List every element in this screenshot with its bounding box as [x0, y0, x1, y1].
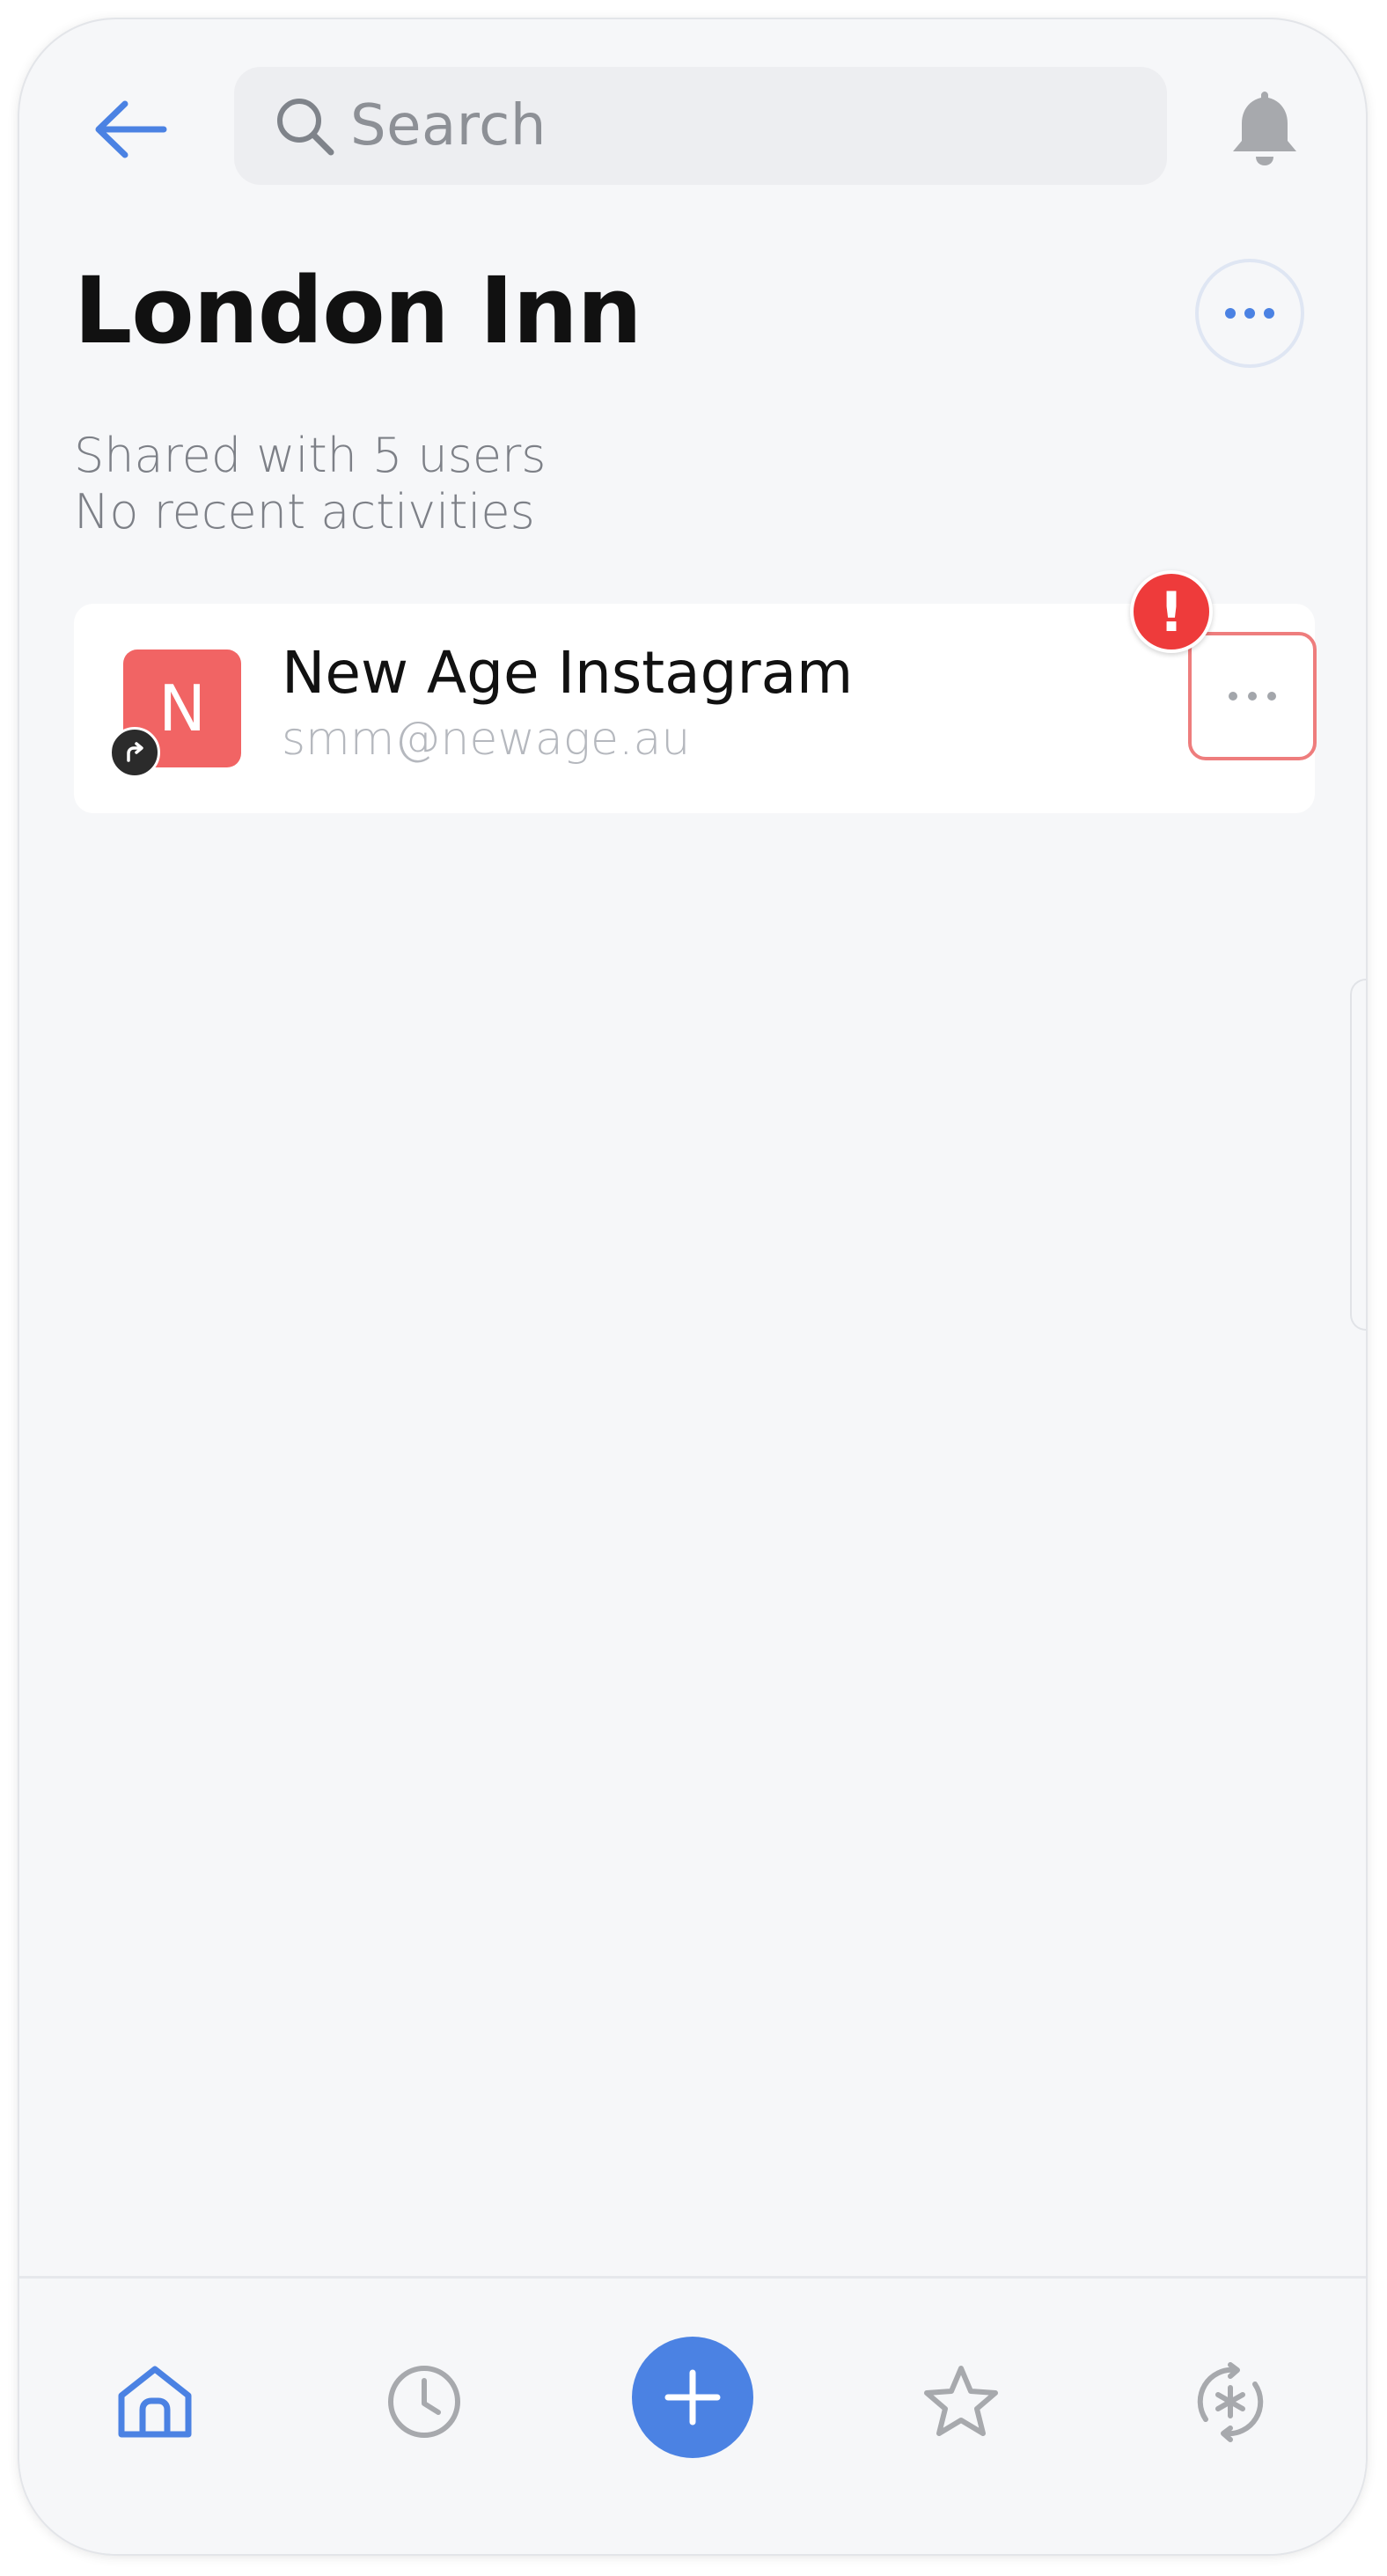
- notifications-button[interactable]: [1216, 79, 1313, 176]
- avatar-letter: N: [158, 672, 206, 745]
- home-icon: [118, 2366, 192, 2438]
- item-more-button[interactable]: [1188, 632, 1317, 760]
- arrow-left-icon: [95, 100, 167, 158]
- vault-more-button[interactable]: [1195, 259, 1304, 368]
- list-item[interactable]: N New Age Instagram smm@newage.au: [74, 604, 1317, 813]
- item-subtitle: smm@newage.au: [282, 713, 691, 766]
- generator-icon: [1197, 2362, 1264, 2442]
- search-bar[interactable]: Search: [234, 67, 1167, 185]
- page-title: London Inn: [74, 257, 642, 364]
- bell-icon: [1233, 92, 1296, 165]
- nav-home-button[interactable]: [93, 2340, 216, 2463]
- nav-recent-button[interactable]: [363, 2340, 486, 2463]
- activity-status-text: No recent activities: [74, 484, 535, 539]
- nav-generator-button[interactable]: [1169, 2340, 1292, 2463]
- back-button[interactable]: [83, 81, 180, 178]
- search-input[interactable]: Search: [350, 93, 547, 158]
- alert-icon: !: [1158, 579, 1185, 644]
- app-screen: Search London Inn Shared with 5 users No…: [19, 19, 1366, 2554]
- more-horizontal-icon: [1229, 692, 1276, 701]
- search-icon: [269, 91, 340, 161]
- share-arrow-icon: [127, 742, 143, 762]
- alert-badge: !: [1130, 570, 1213, 653]
- nav-favorites-button[interactable]: [899, 2340, 1023, 2463]
- bottom-nav: [19, 2276, 1366, 2554]
- more-horizontal-icon: [1225, 308, 1274, 319]
- shared-badge: [109, 727, 160, 778]
- plus-icon: [664, 2369, 721, 2426]
- side-panel-handle[interactable]: [1350, 979, 1366, 1331]
- add-item-button[interactable]: [632, 2337, 753, 2458]
- clock-icon: [388, 2366, 460, 2438]
- star-icon: [924, 2366, 998, 2436]
- item-title: New Age Instagram: [282, 639, 854, 707]
- shared-users-text: Shared with 5 users: [74, 428, 547, 483]
